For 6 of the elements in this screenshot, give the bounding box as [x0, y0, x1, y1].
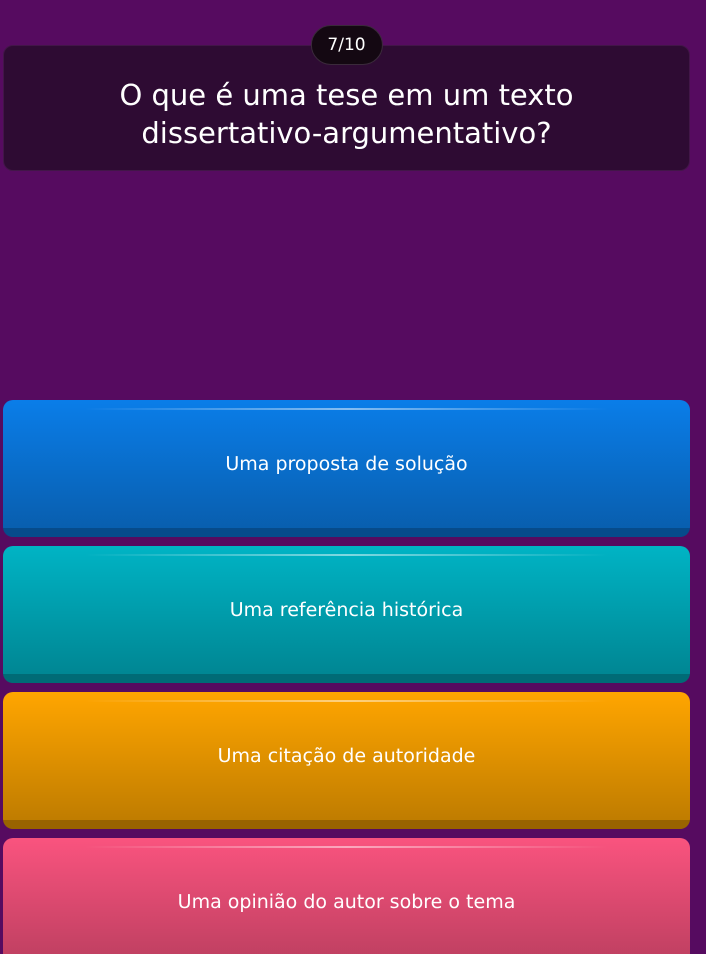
- answer-button[interactable]: Uma proposta de solução: [3, 400, 690, 537]
- answer-button[interactable]: Uma opinião do autor sobre o tema: [3, 838, 690, 954]
- answer-button[interactable]: Uma referência histórica: [3, 546, 690, 683]
- question-counter: 7/10: [310, 25, 383, 65]
- question-text: O que é uma tese em um texto dissertativo-argumentativo?: [118, 77, 575, 152]
- answer-button[interactable]: Uma citação de autoridade: [3, 692, 690, 829]
